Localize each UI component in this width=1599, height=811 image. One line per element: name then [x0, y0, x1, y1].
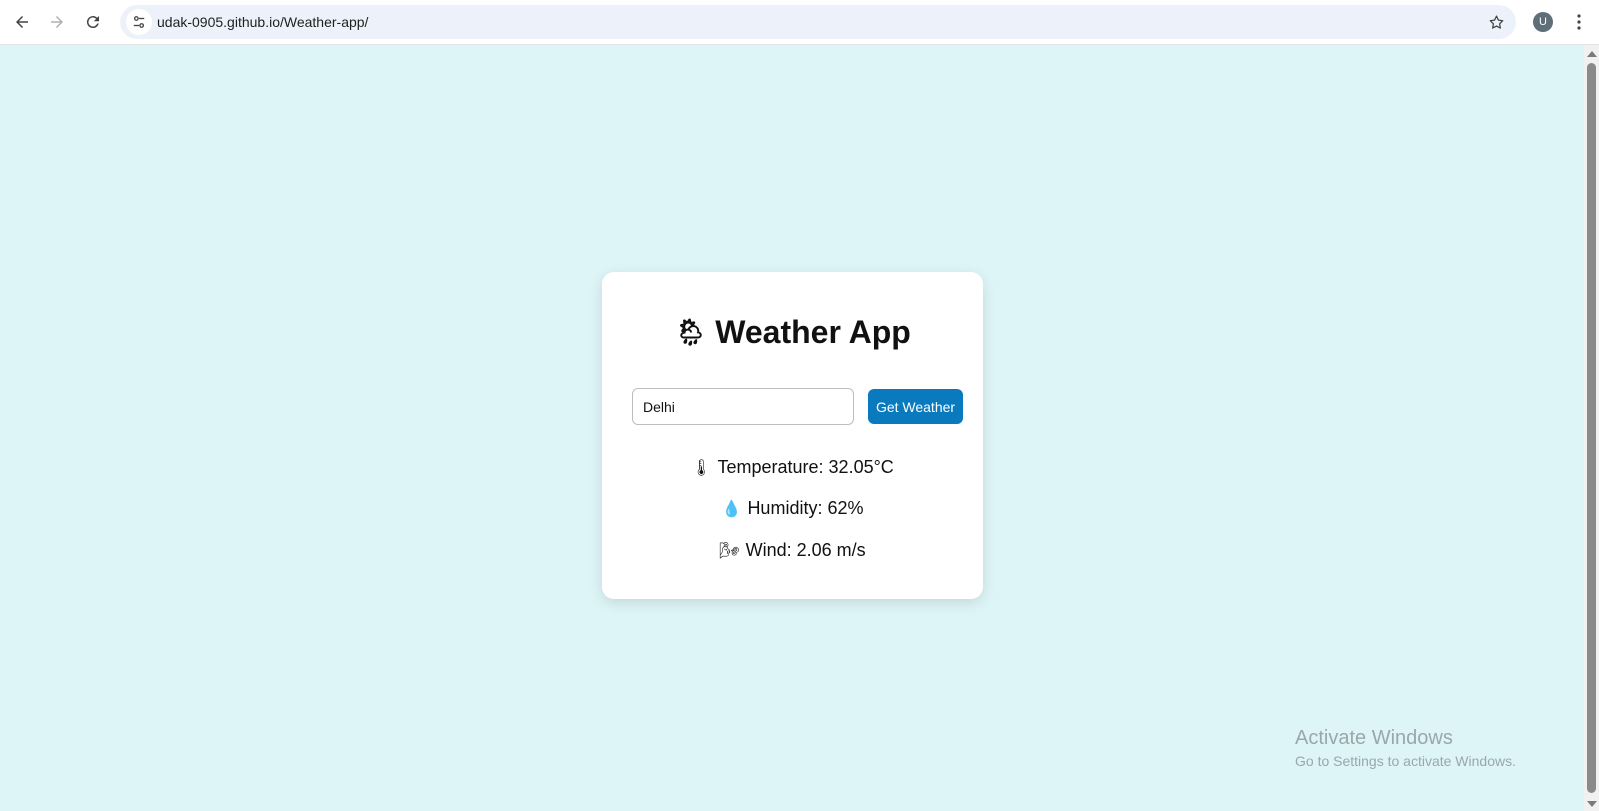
- city-input[interactable]: [632, 388, 854, 425]
- scroll-down-arrow-icon[interactable]: [1587, 801, 1597, 807]
- get-weather-button[interactable]: Get Weather: [868, 389, 963, 424]
- tune-icon: [133, 16, 145, 28]
- forward-arrow-icon: [51, 16, 63, 28]
- wind-text: Wind: 2.06 m/s: [745, 540, 866, 560]
- site-info-button[interactable]: [126, 9, 152, 35]
- weather-card: 🌦Weather App Get Weather 🌡 Temperature: 3…: [602, 272, 983, 599]
- scroll-up-arrow-icon[interactable]: [1587, 51, 1597, 57]
- wind-icon: 🌬: [719, 543, 740, 560]
- page-title: 🌦 Weather App: [602, 314, 983, 351]
- activate-windows-title: Activate Windows: [1295, 727, 1453, 749]
- bookmark-button[interactable]: [1484, 10, 1508, 34]
- reload-button[interactable]: [79, 8, 107, 36]
- back-arrow-icon: [16, 16, 28, 28]
- scrollbar-thumb[interactable]: [1587, 63, 1596, 793]
- droplet-icon: 💧: [721, 501, 742, 518]
- humidity-text: Humidity: 62%: [747, 498, 864, 518]
- title-text: Weather App: [715, 314, 911, 350]
- activate-windows-subtitle: Go to Settings to activate Windows.: [1295, 753, 1516, 769]
- temperature-row: 🌡 Temperature: 32.05°C: [602, 457, 983, 478]
- wind-row: 🌬 Wind: 2.06 m/s: [602, 540, 983, 561]
- temperature-text: Temperature: 32.05°C: [717, 457, 894, 477]
- back-button[interactable]: [8, 8, 36, 36]
- humidity-row: 💧 Humidity: 62%: [602, 498, 983, 519]
- profile-avatar[interactable]: U: [1533, 12, 1553, 32]
- address-bar[interactable]: udak-0905.github.io/Weather-app/: [120, 5, 1516, 39]
- thermometer-icon: 🌡: [691, 460, 712, 477]
- browser-toolbar: udak-0905.github.io/Weather-app/ U: [0, 0, 1599, 45]
- browser-menu-button[interactable]: [1570, 10, 1588, 34]
- forward-button[interactable]: [43, 8, 71, 36]
- page-background: 🌦Weather App Get Weather 🌡 Temperature: 3…: [0, 45, 1584, 811]
- vertical-scrollbar[interactable]: [1584, 45, 1599, 811]
- more-vert-icon: [1577, 14, 1581, 30]
- url-text[interactable]: udak-0905.github.io/Weather-app/: [157, 14, 368, 30]
- star-icon: [1489, 14, 1503, 29]
- reload-icon: [86, 16, 99, 29]
- cloud-rain-icon: 🌦: [674, 317, 708, 347]
